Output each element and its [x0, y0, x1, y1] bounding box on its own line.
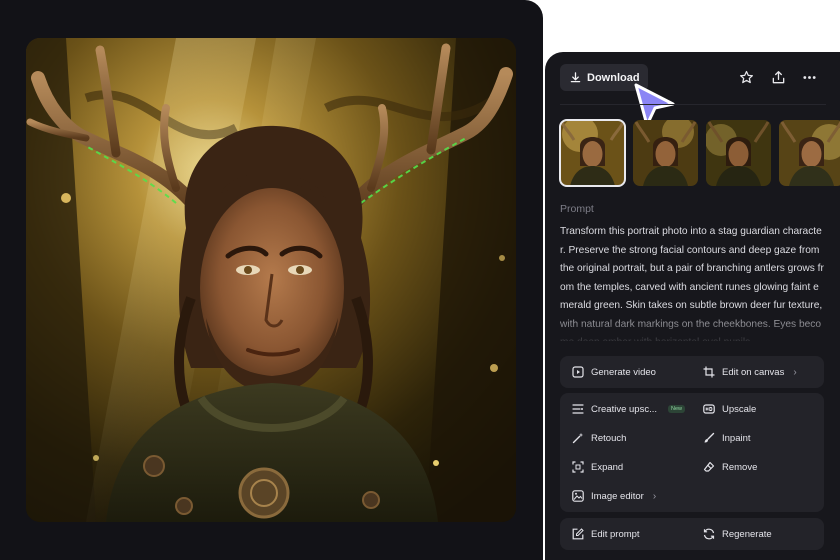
- stag-guardian-portrait: [26, 38, 516, 522]
- generated-image[interactable]: [26, 38, 516, 522]
- chevron-right-icon: ›: [793, 366, 797, 378]
- image-editor-button[interactable]: Image editor ›: [572, 490, 656, 502]
- expand-label: Expand: [591, 461, 624, 473]
- hd-icon: [703, 404, 715, 414]
- thumbnail-1[interactable]: [559, 119, 626, 187]
- variation-thumbnails: [559, 119, 840, 187]
- refresh-icon: [703, 528, 715, 540]
- share-icon: [772, 70, 784, 83]
- thumbnail-2[interactable]: [633, 120, 698, 186]
- generate-video-label: Generate video: [591, 366, 656, 378]
- creative-upscale-label: Creative upsc...: [591, 403, 657, 415]
- regenerate-button[interactable]: Regenerate: [703, 528, 772, 540]
- inpaint-label: Inpaint: [722, 432, 751, 444]
- more-icon: [802, 75, 816, 79]
- upscale-button[interactable]: Upscale: [703, 403, 756, 415]
- prompt-text: Transform this portrait photo into a sta…: [560, 226, 824, 341]
- star-icon: [739, 70, 753, 83]
- thumbnail-image: [779, 120, 840, 186]
- thumbnail-4[interactable]: [779, 120, 840, 186]
- thumbnail-image: [706, 120, 771, 186]
- expand-icon: [572, 461, 584, 473]
- chevron-right-icon: ›: [652, 490, 657, 502]
- regenerate-label: Regenerate: [722, 528, 772, 540]
- prompt-label: Prompt: [560, 203, 594, 215]
- inpaint-button[interactable]: Inpaint: [703, 432, 751, 444]
- edit-icon: [572, 528, 584, 540]
- remove-label: Remove: [722, 461, 758, 473]
- share-button[interactable]: [769, 68, 787, 86]
- thumbnail-3[interactable]: [706, 120, 771, 186]
- thumbnail-image: [633, 120, 698, 186]
- edit-prompt-label: Edit prompt: [591, 528, 640, 540]
- retouch-label: Retouch: [591, 432, 627, 444]
- image-edit-icon: [572, 490, 584, 502]
- edit-on-canvas-button[interactable]: Edit on canvas ›: [703, 366, 797, 378]
- video-icon: [572, 366, 584, 378]
- eraser-icon: [703, 461, 715, 472]
- favorite-button[interactable]: [737, 68, 755, 86]
- generate-video-button[interactable]: Generate video: [572, 366, 656, 378]
- image-detail-panel: Download Prompt Transform this portrait …: [545, 52, 840, 560]
- edit-on-canvas-label: Edit on canvas: [722, 366, 785, 378]
- edit-prompt-button[interactable]: Edit prompt: [572, 528, 640, 540]
- image-card: [0, 0, 543, 560]
- magic-wand-icon: [572, 432, 584, 444]
- creative-upscale-icon: [572, 404, 584, 414]
- download-icon: [570, 72, 581, 83]
- thumbnail-image: [560, 120, 625, 186]
- prompt-actions-group: Edit prompt Regenerate: [560, 518, 824, 550]
- more-options-button[interactable]: [800, 68, 818, 86]
- upscale-label: Upscale: [722, 403, 757, 415]
- image-editor-label: Image editor: [591, 490, 644, 502]
- new-badge: New: [668, 405, 686, 413]
- download-label: Download: [587, 71, 640, 84]
- brush-icon: [704, 432, 715, 443]
- remove-button[interactable]: Remove: [703, 461, 757, 473]
- expand-button[interactable]: Expand: [572, 461, 623, 473]
- editing-tools-group: Creative upsc... New Upscale Retouch Inp…: [560, 393, 824, 512]
- crop-icon: [703, 366, 715, 378]
- toolbar-divider: [560, 104, 826, 105]
- primary-actions-group: Generate video Edit on canvas ›: [560, 356, 824, 388]
- retouch-button[interactable]: Retouch: [572, 432, 626, 444]
- creative-upscale-button[interactable]: Creative upsc... New: [572, 403, 686, 415]
